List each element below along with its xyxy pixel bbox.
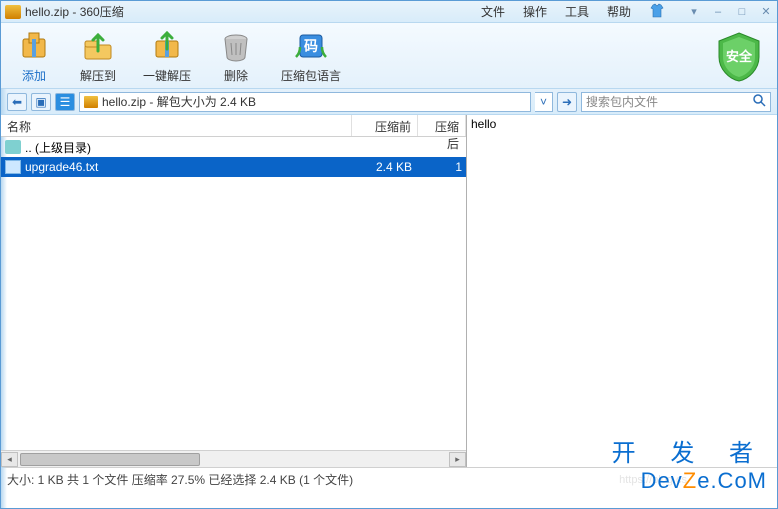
zip-file-icon <box>84 96 98 108</box>
parent-dir-row[interactable]: .. (上级目录) <box>1 137 466 157</box>
one-click-extract-button[interactable]: 一键解压 <box>143 27 191 84</box>
svg-text:码: 码 <box>304 38 318 54</box>
menu-help[interactable]: 帮助 <box>607 3 631 20</box>
window-title: hello.zip - 360压缩 <box>25 3 124 20</box>
safety-shield-icon[interactable]: 安全 <box>715 31 763 83</box>
menu-file[interactable]: 文件 <box>481 3 505 20</box>
file-row-selected[interactable]: upgrade46.txt 2.4 KB 1 <box>1 157 466 177</box>
add-button[interactable]: 添加 <box>15 27 53 84</box>
search-icon[interactable] <box>752 93 766 110</box>
go-button[interactable]: ➜ <box>557 92 577 112</box>
file-size-after: 1 <box>418 160 466 174</box>
path-text: hello.zip - 解包大小为 2.4 KB <box>102 93 256 110</box>
language-button[interactable]: 码 压缩包语言 <box>281 27 341 84</box>
col-after[interactable]: 压缩后 <box>418 115 466 136</box>
extract-to-label: 解压到 <box>80 67 116 84</box>
extract-to-icon <box>79 27 117 65</box>
col-name[interactable]: 名称 <box>1 115 352 136</box>
app-icon <box>5 5 21 19</box>
view-list-button[interactable]: ☰ <box>55 93 75 111</box>
dropdown-button[interactable]: ▾ <box>683 3 705 21</box>
horizontal-scrollbar[interactable]: ◂ ▸ <box>1 450 466 467</box>
parent-dir-label: .. (上级目录) <box>25 139 352 156</box>
search-placeholder: 搜索包内文件 <box>586 93 658 110</box>
one-click-icon <box>148 27 186 65</box>
search-input[interactable]: 搜索包内文件 <box>581 92 771 112</box>
text-file-icon <box>5 160 21 174</box>
scroll-thumb[interactable] <box>20 453 200 466</box>
address-bar: ⬅ document.querySelector('[data-name="na… <box>1 89 777 115</box>
add-icon <box>15 27 53 65</box>
watermark-cn: 开 发 者 <box>612 433 767 468</box>
main-toolbar: 添加 解压到 一键解压 删除 码 压缩包语言 安全 <box>1 23 777 89</box>
window-buttons: ▾ – □ ✕ <box>683 3 777 21</box>
path-box[interactable]: hello.zip - 解包大小为 2.4 KB <box>79 92 531 112</box>
folder-up-icon <box>5 140 21 154</box>
file-size-before: 2.4 KB <box>352 160 418 174</box>
delete-button[interactable]: 删除 <box>217 27 255 84</box>
file-rows: .. (上级目录) upgrade46.txt 2.4 KB 1 <box>1 137 466 450</box>
file-list-panel: 名称 压缩前 压缩后 .. (上级目录) upgrade46.txt 2.4 K… <box>1 115 467 467</box>
one-click-label: 一键解压 <box>143 67 191 84</box>
scroll-right-arrow[interactable]: ▸ <box>449 452 466 467</box>
watermark: 开 发 者 DevZe.CoM <box>612 433 767 494</box>
preview-text: hello <box>471 117 496 131</box>
file-name: upgrade46.txt <box>25 160 352 174</box>
extract-to-button[interactable]: 解压到 <box>79 27 117 84</box>
status-text: 大小: 1 KB 共 1 个文件 压缩率 27.5% 已经选择 2.4 KB (… <box>7 471 353 488</box>
watermark-en: DevZe.CoM <box>612 468 767 494</box>
svg-text:安全: 安全 <box>726 49 753 64</box>
title-bar: hello.zip - 360压缩 文件 操作 工具 帮助 ▾ – □ ✕ <box>1 1 777 23</box>
menu-bar: 文件 操作 工具 帮助 <box>481 3 673 20</box>
language-icon: 码 <box>292 27 330 65</box>
minimize-button[interactable]: – <box>707 3 729 21</box>
content-area: 名称 压缩前 压缩后 .. (上级目录) upgrade46.txt 2.4 K… <box>1 115 777 467</box>
maximize-button[interactable]: □ <box>731 3 753 21</box>
add-label: 添加 <box>22 67 46 84</box>
skin-icon[interactable] <box>649 3 665 19</box>
path-dropdown-button[interactable]: ˅ <box>535 92 553 112</box>
close-button[interactable]: ✕ <box>755 3 777 21</box>
delete-label: 删除 <box>224 67 248 84</box>
scroll-left-arrow[interactable]: ◂ <box>1 452 18 467</box>
delete-icon <box>217 27 255 65</box>
nav-up-button[interactable]: ▣ <box>31 93 51 111</box>
col-before[interactable]: 压缩前 <box>352 115 418 136</box>
menu-action[interactable]: 操作 <box>523 3 547 20</box>
preview-panel: hello <box>467 115 777 467</box>
language-label: 压缩包语言 <box>281 67 341 84</box>
menu-tools[interactable]: 工具 <box>565 3 589 20</box>
nav-back-button[interactable]: ⬅ <box>7 93 27 111</box>
column-headers: 名称 压缩前 压缩后 <box>1 115 466 137</box>
